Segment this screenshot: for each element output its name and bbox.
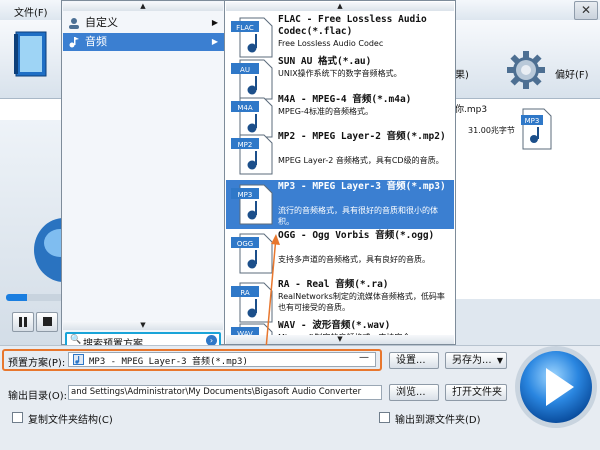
svg-text:MP3: MP3 [525, 117, 540, 125]
preset-label: 预置方案(P): [8, 358, 66, 369]
submenu-arrow-icon: ▶ [211, 37, 218, 46]
close-button[interactable]: ✕ [574, 1, 598, 20]
format-description: MPEG Layer-2 音频格式，具有CD级的音质。 [278, 156, 444, 165]
svg-text:RA: RA [240, 289, 250, 297]
format-item-mp3[interactable]: MP3 MP3 - MPEG Layer-3 音频(*.mp3) 流行的音频格式，具… [226, 180, 454, 229]
format-title: FLAC - Free Lossless Audio Codec(*.flac) [278, 14, 427, 37]
format-item-ra[interactable]: RA RA - Real 音频(*.ra) RealNetworks制定的流媒体音频… [226, 278, 454, 323]
save-as-button[interactable]: 另存为... ▼ [445, 352, 507, 369]
format-description: RealNetworks制定的流媒体音频格式，低码率也有可接受的音质。 [278, 292, 445, 312]
browse-button[interactable]: 浏览... [389, 384, 439, 401]
format-description: MPEG-4标准的音频格式。 [278, 107, 373, 116]
menu-file[interactable]: 文件(F) [14, 4, 48, 19]
format-title: M4A - MPEG-4 音频(*.m4a) [278, 94, 412, 105]
result-label: 果) [455, 70, 469, 81]
format-title: RA - Real 音频(*.ra) [278, 279, 389, 290]
preset-value: MP3 - MPEG Layer-3 音频(*.mp3) [89, 357, 248, 367]
format-title: MP3 - MPEG Layer-3 音频(*.mp3) [278, 181, 446, 192]
audio-file-icon: MP2 [231, 134, 273, 175]
format-item-ogg[interactable]: OGG OGG - Ogg Vorbis 音频(*.ogg) 支持多声道的音频格式，… [226, 229, 454, 278]
chevron-down-icon: ▼ [496, 356, 503, 365]
format-description: 支持多声道的音频格式，具有良好的音质。 [278, 255, 430, 264]
convert-button[interactable] [512, 342, 598, 432]
copy-structure-label: 复制文件夹结构(C) [28, 415, 113, 426]
category-label: 自定义 [85, 16, 118, 29]
output-to-source-label: 输出到源文件夹(D) [395, 415, 481, 426]
file-size: 31.00兆字节 [468, 126, 515, 135]
category-scroll-up[interactable]: ▲ [63, 2, 223, 11]
format-description: Free Lossless Audio Codec [278, 39, 384, 48]
user-icon [69, 18, 79, 29]
svg-text:FLAC: FLAC [236, 24, 254, 32]
format-scroll-up[interactable]: ▲ [226, 2, 454, 11]
output-folder-field[interactable]: and Settings\Administrator\My Documents\… [68, 385, 382, 400]
format-title: OGG - Ogg Vorbis 音频(*.ogg) [278, 230, 435, 241]
category-item-custom[interactable]: 自定义 ▶ [63, 14, 224, 32]
mp3-file-icon: MP3 [521, 108, 552, 150]
svg-text:AU: AU [240, 66, 250, 74]
format-item-au[interactable]: AU SUN AU 格式(*.au) UNIX操作系统下的数字音频格式。 [226, 55, 454, 100]
svg-text:MP2: MP2 [238, 141, 253, 149]
pause-icon [19, 317, 27, 327]
svg-text:M4A: M4A [237, 104, 252, 112]
preferences-label[interactable]: 偏好(F) [555, 66, 589, 81]
add-video-icon[interactable] [14, 30, 50, 80]
gear-icon[interactable] [506, 50, 546, 90]
pause-button[interactable] [12, 312, 34, 332]
format-menu: ▲ FLAC FLAC - Free Lossless Audio Codec(*… [224, 0, 456, 345]
audio-file-icon: OGG [231, 233, 273, 274]
audio-file-icon: RA [231, 282, 273, 323]
audio-preset-icon [73, 354, 84, 365]
format-title: SUN AU 格式(*.au) [278, 56, 372, 67]
search-icon: 🔍 [70, 335, 82, 345]
copy-structure-checkbox[interactable] [12, 412, 23, 423]
output-label: 输出目录(O): [8, 391, 68, 402]
audio-file-icon: MP3 [231, 184, 273, 225]
open-folder-button[interactable]: 打开文件夹 [445, 384, 507, 401]
format-title: MP2 - MPEG Layer-2 音频(*.mp2) [278, 131, 446, 142]
preset-dropdown-icon: — [359, 352, 369, 363]
stop-button[interactable] [36, 312, 58, 332]
music-icon [69, 37, 79, 48]
seek-bar[interactable] [6, 294, 66, 301]
format-item-flac[interactable]: FLAC FLAC - Free Lossless Audio Codec(*.f… [226, 13, 454, 58]
category-scroll-down[interactable]: ▼ [63, 321, 223, 330]
svg-text:OGG: OGG [237, 240, 253, 248]
format-description: 流行的音频格式，具有很好的音质和很小的体积。 [278, 206, 438, 226]
category-label: 音频 [85, 35, 107, 48]
format-description: UNIX操作系统下的数字音频格式。 [278, 69, 402, 78]
output-to-source-checkbox[interactable] [379, 412, 390, 423]
svg-text:MP3: MP3 [238, 191, 253, 199]
stop-icon [43, 317, 52, 326]
audio-file-icon: FLAC [231, 17, 273, 58]
format-title: WAV - 波形音频(*.wav) [278, 320, 391, 331]
category-item-audio[interactable]: 音频 ▶ [63, 33, 224, 51]
format-item-m4a[interactable]: M4A M4A - MPEG-4 音频(*.m4a) MPEG-4标准的音频格式。 [226, 93, 454, 138]
preset-select[interactable]: MP3 - MPEG Layer-3 音频(*.mp3) — [68, 352, 376, 367]
format-scroll-down[interactable]: ▼ [226, 335, 454, 344]
category-menu: ▲ 自定义 ▶ 音频 ▶ ▼ [61, 0, 225, 345]
save-as-label: 另存为... [452, 355, 492, 366]
format-item-mp2[interactable]: MP2 MP2 - MPEG Layer-2 音频(*.mp2) MPEG Laye… [226, 130, 454, 180]
settings-button[interactable]: 设置... [389, 352, 439, 369]
submenu-arrow-icon: ▶ [211, 18, 218, 27]
file-name: 你.mp3 [455, 105, 488, 115]
